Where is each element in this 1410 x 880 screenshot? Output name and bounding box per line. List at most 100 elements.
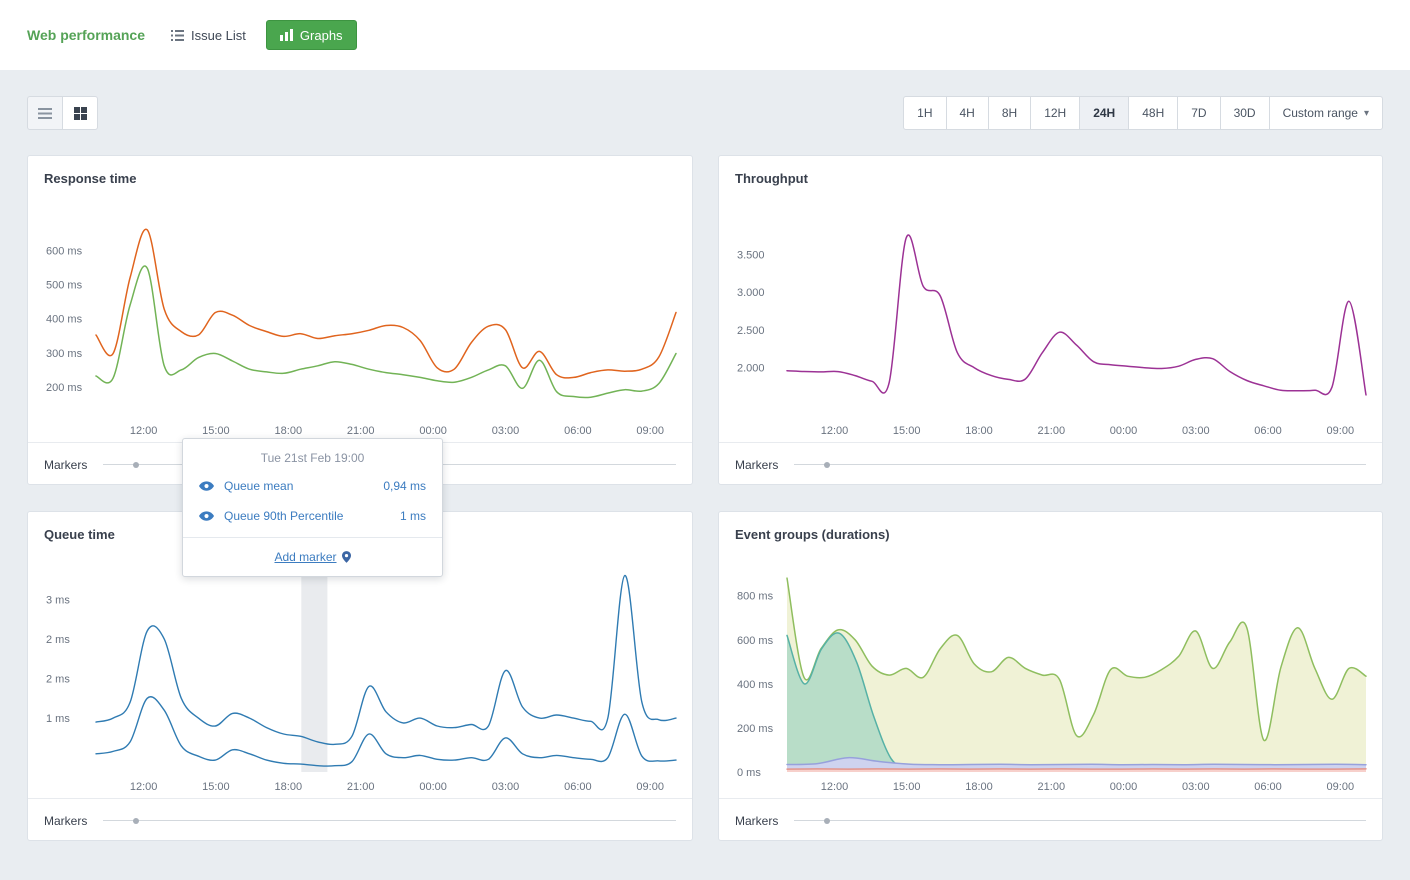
tooltip-series-label: Queue mean bbox=[224, 479, 293, 493]
svg-text:03:00: 03:00 bbox=[1182, 425, 1210, 437]
svg-text:18:00: 18:00 bbox=[275, 425, 303, 437]
svg-text:18:00: 18:00 bbox=[275, 781, 303, 793]
nav-issue-list[interactable]: Issue List bbox=[171, 28, 246, 43]
svg-text:2.500: 2.500 bbox=[737, 325, 765, 337]
range-4h[interactable]: 4H bbox=[946, 96, 989, 130]
chart-card-response-time: Response time 600 ms500 ms400 ms300 ms20… bbox=[27, 155, 693, 485]
range-48h[interactable]: 48H bbox=[1128, 96, 1178, 130]
svg-text:200 ms: 200 ms bbox=[46, 382, 83, 394]
tooltip-row-queue-90th[interactable]: Queue 90th Percentile 1 ms bbox=[183, 501, 442, 531]
custom-range-label: Custom range bbox=[1283, 106, 1358, 120]
range-24h[interactable]: 24H bbox=[1079, 96, 1129, 130]
list-view-button[interactable] bbox=[27, 96, 63, 130]
marker-dot[interactable] bbox=[133, 818, 139, 824]
chart-svg[interactable]: 600 ms500 ms400 ms300 ms200 ms12:0015:00… bbox=[28, 200, 692, 442]
add-marker-label: Add marker bbox=[274, 550, 336, 564]
graphs-label: Graphs bbox=[300, 28, 343, 43]
markers-bar: Markers bbox=[28, 798, 692, 842]
chart-title-response-time: Response time bbox=[28, 156, 692, 200]
svg-text:12:00: 12:00 bbox=[130, 425, 158, 437]
tooltip-series-value: 0,94 ms bbox=[383, 479, 426, 493]
graphs-button[interactable]: Graphs bbox=[266, 20, 357, 50]
bar-chart-icon bbox=[280, 29, 293, 41]
svg-text:21:00: 21:00 bbox=[347, 425, 375, 437]
custom-range-button[interactable]: Custom range ▾ bbox=[1269, 96, 1383, 130]
issue-list-label: Issue List bbox=[191, 28, 246, 43]
svg-text:300 ms: 300 ms bbox=[46, 348, 83, 360]
marker-timeline bbox=[103, 820, 676, 821]
hamburger-icon bbox=[38, 108, 52, 119]
svg-text:09:00: 09:00 bbox=[636, 781, 664, 793]
add-marker-link[interactable]: Add marker bbox=[274, 550, 350, 564]
svg-text:03:00: 03:00 bbox=[1182, 781, 1210, 793]
chart-tooltip: Tue 21st Feb 19:00 Queue mean 0,94 ms Qu… bbox=[182, 438, 443, 577]
svg-text:06:00: 06:00 bbox=[564, 425, 592, 437]
chart-svg[interactable]: 3.5003.0002.5002.00012:0015:0018:0021:00… bbox=[719, 200, 1382, 442]
svg-text:00:00: 00:00 bbox=[1110, 425, 1138, 437]
marker-timeline bbox=[794, 464, 1366, 465]
svg-text:15:00: 15:00 bbox=[893, 425, 921, 437]
chart-card-event-groups: Event groups (durations) 800 ms600 ms400… bbox=[718, 511, 1383, 841]
chart-svg[interactable]: 3 ms2 ms2 ms1 ms12:0015:0018:0021:0000:0… bbox=[28, 556, 692, 798]
tooltip-row-queue-mean[interactable]: Queue mean 0,94 ms bbox=[183, 471, 442, 501]
svg-text:00:00: 00:00 bbox=[419, 781, 447, 793]
range-7d[interactable]: 7D bbox=[1177, 96, 1220, 130]
svg-text:3.500: 3.500 bbox=[737, 250, 765, 262]
page-title: Web performance bbox=[27, 27, 145, 43]
tooltip-date: Tue 21st Feb 19:00 bbox=[183, 439, 442, 471]
throughput-chart[interactable]: 3.5003.0002.5002.00012:0015:0018:0021:00… bbox=[719, 200, 1382, 442]
markers-bar: Markers bbox=[719, 442, 1382, 486]
view-toggle-group bbox=[27, 96, 98, 130]
time-range-group: 1H 4H 8H 12H 24H 48H 7D 30D Custom range… bbox=[903, 96, 1383, 130]
svg-text:3.000: 3.000 bbox=[737, 287, 765, 299]
grid-view-button[interactable] bbox=[62, 96, 98, 130]
markers-label: Markers bbox=[44, 458, 87, 472]
tooltip-footer: Add marker bbox=[183, 537, 442, 576]
marker-dot[interactable] bbox=[133, 462, 139, 468]
svg-text:12:00: 12:00 bbox=[821, 781, 849, 793]
eye-icon[interactable] bbox=[199, 481, 214, 491]
svg-text:06:00: 06:00 bbox=[564, 781, 592, 793]
markers-label: Markers bbox=[735, 458, 778, 472]
svg-text:06:00: 06:00 bbox=[1254, 425, 1282, 437]
svg-text:12:00: 12:00 bbox=[130, 781, 158, 793]
range-30d[interactable]: 30D bbox=[1220, 96, 1270, 130]
svg-text:400 ms: 400 ms bbox=[737, 679, 774, 691]
svg-text:21:00: 21:00 bbox=[1038, 425, 1066, 437]
svg-text:00:00: 00:00 bbox=[419, 425, 447, 437]
svg-text:00:00: 00:00 bbox=[1110, 781, 1138, 793]
svg-text:18:00: 18:00 bbox=[965, 781, 993, 793]
marker-timeline bbox=[794, 820, 1366, 821]
range-8h[interactable]: 8H bbox=[988, 96, 1031, 130]
svg-text:600 ms: 600 ms bbox=[737, 635, 774, 647]
svg-text:21:00: 21:00 bbox=[347, 781, 375, 793]
eye-icon[interactable] bbox=[199, 511, 214, 521]
event-groups-chart[interactable]: 800 ms600 ms400 ms200 ms0 ms12:0015:0018… bbox=[719, 556, 1382, 798]
markers-label: Markers bbox=[735, 814, 778, 828]
tooltip-series-value: 1 ms bbox=[400, 509, 426, 523]
svg-text:06:00: 06:00 bbox=[1254, 781, 1282, 793]
range-1h[interactable]: 1H bbox=[903, 96, 946, 130]
svg-text:1 ms: 1 ms bbox=[46, 713, 70, 725]
chart-svg[interactable]: 800 ms600 ms400 ms200 ms0 ms12:0015:0018… bbox=[719, 556, 1382, 798]
tooltip-series-label: Queue 90th Percentile bbox=[224, 509, 343, 523]
chart-title-event-groups: Event groups (durations) bbox=[719, 512, 1382, 556]
svg-text:0 ms: 0 ms bbox=[737, 767, 761, 779]
marker-dot[interactable] bbox=[824, 462, 830, 468]
grid-icon bbox=[74, 107, 87, 120]
range-12h[interactable]: 12H bbox=[1030, 96, 1080, 130]
svg-text:03:00: 03:00 bbox=[492, 425, 520, 437]
svg-text:2 ms: 2 ms bbox=[46, 634, 70, 646]
response-time-chart[interactable]: 600 ms500 ms400 ms300 ms200 ms12:0015:00… bbox=[28, 200, 692, 442]
chevron-down-icon: ▾ bbox=[1364, 108, 1369, 119]
queue-time-chart[interactable]: 3 ms2 ms2 ms1 ms12:0015:0018:0021:0000:0… bbox=[28, 556, 692, 798]
svg-text:09:00: 09:00 bbox=[1327, 425, 1355, 437]
markers-label: Markers bbox=[44, 814, 87, 828]
svg-text:18:00: 18:00 bbox=[965, 425, 993, 437]
svg-text:200 ms: 200 ms bbox=[737, 723, 774, 735]
svg-text:2 ms: 2 ms bbox=[46, 674, 70, 686]
svg-text:500 ms: 500 ms bbox=[46, 280, 83, 292]
svg-text:12:00: 12:00 bbox=[821, 425, 849, 437]
svg-text:600 ms: 600 ms bbox=[46, 245, 83, 257]
marker-dot[interactable] bbox=[824, 818, 830, 824]
